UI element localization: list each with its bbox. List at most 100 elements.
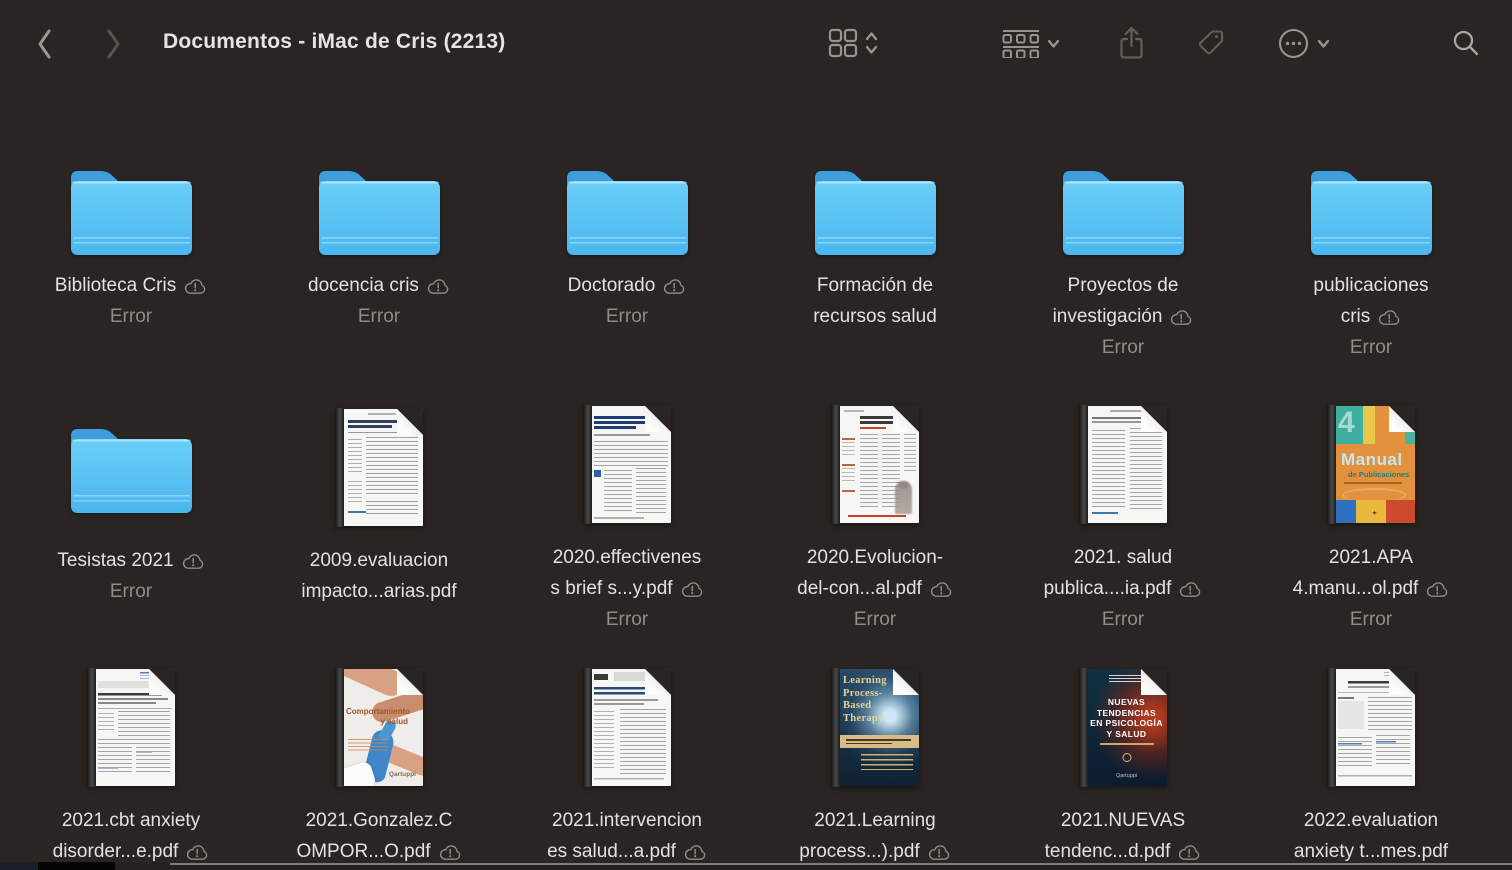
cloud-error-icon <box>1377 309 1401 326</box>
cloud-error-icon <box>185 844 209 861</box>
item-2021-apa-manual[interactable]: 4 Manual de Publicaciones ✦ 2021.APA 4.m… <box>1247 375 1495 635</box>
cover-block <box>1386 500 1415 523</box>
pdf-page <box>94 669 175 786</box>
page-curl <box>1389 406 1415 432</box>
pdf-spine <box>583 405 592 524</box>
folder-icon[interactable] <box>71 165 192 255</box>
pdf-thumbnail[interactable]: NUEVAS TENDENCIAS EN PSICOLOGÍA Y SALUD … <box>1079 668 1167 787</box>
folder-icon[interactable] <box>1063 165 1184 255</box>
item-2009-evaluacion[interactable]: 2009.evaluacion impacto...arias.pdf <box>255 375 503 635</box>
page-curl <box>893 406 919 432</box>
page-curl <box>1141 406 1167 432</box>
item-2021-salud-publica[interactable]: 2021. salud publica....ia.pdf Error <box>999 375 1247 635</box>
item-name: impacto...arias.pdf <box>301 580 457 602</box>
item-status: Error <box>1101 609 1145 630</box>
item-2021-intervenciones[interactable]: 2021.intervencion es salud...a.pdf <box>503 635 751 870</box>
folder-icon[interactable] <box>319 165 440 255</box>
item-name: publica....ia.pdf <box>1043 577 1172 599</box>
item-name: 2021.APA <box>1328 546 1414 568</box>
cloud-error-icon <box>927 844 951 861</box>
page-curl <box>149 669 175 695</box>
cloud-error-icon <box>1178 581 1202 598</box>
item-2021-nuevas-tendencias[interactable]: NUEVAS TENDENCIAS EN PSICOLOGÍA Y SALUD … <box>999 635 1247 870</box>
pdf-spine <box>1079 668 1088 787</box>
item-2020-evolucion[interactable]: 2020.Evolucion- del-con...al.pdf Error <box>751 375 999 635</box>
item-name: disorder...e.pdf <box>52 840 179 862</box>
pdf-page <box>590 669 671 786</box>
pdf-thumbnail[interactable]: Learning Process- Based Therapy <box>831 668 919 787</box>
publisher-name: Qartuppi <box>388 771 416 778</box>
cloud-error-icon <box>1177 844 1201 861</box>
pdf-thumbnail[interactable]: Comportamiento y salud Qartuppi <box>335 668 423 787</box>
cover-band <box>838 735 919 748</box>
item-status: Error <box>357 306 401 327</box>
item-publicaciones-cris[interactable]: publicaciones cris Error <box>1247 115 1495 375</box>
item-2020-effectiveness[interactable]: 2020.effectivenes s brief s...y.pdf Erro… <box>503 375 751 635</box>
pdf-spine <box>335 408 344 527</box>
cover-title: Manual <box>1341 450 1403 469</box>
item-status: Error <box>109 306 153 327</box>
item-2021-learning-process[interactable]: Learning Process- Based Therapy 2021.Lea… <box>751 635 999 870</box>
pdf-thumbnail[interactable] <box>335 408 423 527</box>
item-name: del-con...al.pdf <box>797 577 922 599</box>
cover-block <box>1334 500 1356 523</box>
pdf-thumbnail[interactable] <box>87 668 175 787</box>
item-2021-cbt-anxiety[interactable]: 2021.cbt anxiety disorder...e.pdf <box>7 635 255 870</box>
page-curl <box>645 406 671 432</box>
pdf-spine <box>583 668 592 787</box>
pdf-thumbnail[interactable] <box>831 405 919 524</box>
pdf-spine <box>831 405 840 524</box>
pdf-thumbnail[interactable] <box>1327 668 1415 787</box>
pdf-spine <box>1327 405 1336 524</box>
pdf-spine <box>335 668 344 787</box>
item-name: Proyectos de <box>1067 274 1179 296</box>
item-biblioteca-cris[interactable]: Biblioteca Cris Error <box>7 115 255 375</box>
cover-block <box>1363 406 1375 444</box>
item-status: Error <box>1349 337 1393 358</box>
pdf-spine <box>831 668 840 787</box>
item-name: cris <box>1340 305 1371 327</box>
cloud-error-icon <box>426 278 450 295</box>
item-name: recursos salud <box>813 305 937 327</box>
cloud-error-icon <box>183 278 207 295</box>
background-window-highlight <box>170 863 1512 865</box>
pdf-thumbnail[interactable] <box>583 405 671 524</box>
page-curl <box>397 409 423 435</box>
page-curl <box>645 669 671 695</box>
item-name: 2020.Evolucion- <box>806 546 944 568</box>
folder-icon[interactable] <box>1311 165 1432 255</box>
item-docencia-cris[interactable]: docencia cris Error <box>255 115 503 375</box>
pdf-thumbnail[interactable] <box>583 668 671 787</box>
item-formacion-recursos[interactable]: Formación de recursos salud <box>751 115 999 375</box>
item-name: tendenc...d.pdf <box>1044 840 1171 862</box>
item-2022-evaluation-anxiety[interactable]: 2022.evaluation anxiety t...mes.pdf <box>1247 635 1495 870</box>
pdf-page <box>1334 669 1415 786</box>
item-name: 2021.Learning <box>814 809 936 831</box>
folder-icon[interactable] <box>71 423 192 513</box>
pdf-thumbnail[interactable] <box>1079 405 1167 524</box>
item-proyectos-investigacion[interactable]: Proyectos de investigación Error <box>999 115 1247 375</box>
cloud-error-icon <box>181 553 205 570</box>
pdf-page: Comportamiento y salud Qartuppi <box>342 669 423 786</box>
cloud-error-icon <box>1425 581 1449 598</box>
item-name: Doctorado <box>567 274 656 296</box>
pdf-page: 4 Manual de Publicaciones ✦ <box>1334 406 1415 523</box>
item-status: Error <box>1349 609 1393 630</box>
publisher-name: Qartuppi <box>1115 773 1138 779</box>
cover-subtitle: de Publicaciones <box>1348 470 1410 479</box>
pdf-thumbnail[interactable]: 4 Manual de Publicaciones ✦ <box>1327 405 1415 524</box>
cloud-error-icon <box>438 844 462 861</box>
item-name: Formación de <box>816 274 934 296</box>
cover-authors <box>348 739 388 753</box>
item-tesistas-2021[interactable]: Tesistas 2021 Error <box>7 375 255 635</box>
folder-icon[interactable] <box>815 165 936 255</box>
cloud-error-icon <box>680 581 704 598</box>
page-curl <box>893 669 919 695</box>
item-status: Error <box>605 609 649 630</box>
item-doctorado[interactable]: Doctorado Error <box>503 115 751 375</box>
pdf-page <box>342 409 423 526</box>
publisher-logo: ✦ <box>1371 511 1378 517</box>
folder-icon[interactable] <box>567 165 688 255</box>
item-2021-gonzalez-comportamiento[interactable]: Comportamiento y salud Qartuppi 2021.Gon… <box>255 635 503 870</box>
cover-emblem <box>1122 753 1131 762</box>
